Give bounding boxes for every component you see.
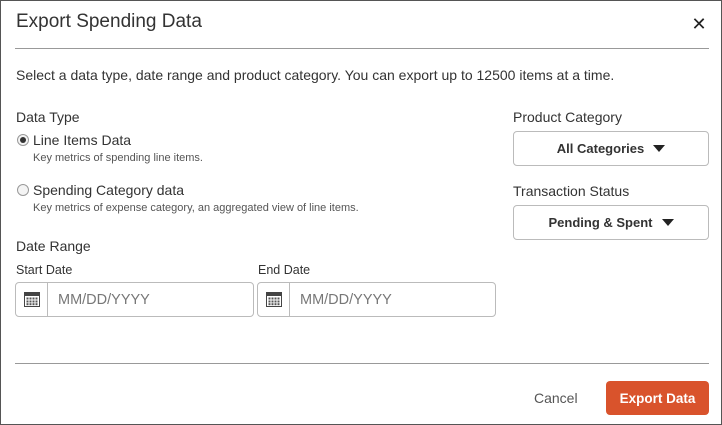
transaction-status-dropdown[interactable]: Pending & Spent	[513, 205, 709, 240]
product-category-heading: Product Category	[513, 109, 622, 125]
radio-spending-category-control[interactable]	[17, 184, 29, 196]
radio-spending-category-label: Spending Category data	[33, 182, 184, 198]
end-date-field	[257, 282, 496, 317]
radio-line-items-description: Key metrics of spending line items.	[33, 152, 203, 164]
calendar-icon[interactable]	[258, 283, 290, 316]
end-date-input[interactable]	[290, 291, 480, 308]
transaction-status-value: Pending & Spent	[548, 215, 653, 230]
radio-spending-category[interactable]: Spending Category data	[17, 182, 184, 198]
calendar-icon-graphic	[23, 292, 40, 307]
radio-spending-category-description: Key metrics of expense category, an aggr…	[33, 202, 359, 214]
radio-line-items-control[interactable]	[17, 134, 29, 146]
caret-down-icon	[653, 145, 666, 152]
cancel-button[interactable]: Cancel	[534, 390, 578, 406]
dialog-title: Export Spending Data	[16, 11, 202, 32]
calendar-icon-graphic	[265, 292, 282, 307]
start-date-label: Start Date	[16, 263, 73, 277]
radio-line-items-label: Line Items Data	[33, 132, 132, 148]
start-date-field	[15, 282, 254, 317]
header-divider	[15, 48, 709, 49]
caret-down-icon	[661, 219, 674, 226]
date-range-heading: Date Range	[16, 238, 91, 254]
product-category-dropdown[interactable]: All Categories	[513, 131, 709, 166]
export-data-button[interactable]: Export Data	[606, 381, 709, 415]
transaction-status-heading: Transaction Status	[513, 183, 630, 199]
end-date-label: End Date	[258, 263, 311, 277]
radio-line-items[interactable]: Line Items Data	[17, 132, 131, 148]
footer-divider	[15, 363, 709, 364]
export-dialog: Export Spending Data ✕ Select a data typ…	[0, 0, 722, 425]
calendar-icon[interactable]	[16, 283, 48, 316]
start-date-input[interactable]	[48, 291, 238, 308]
dialog-description: Select a data type, date range and produ…	[16, 67, 615, 83]
close-icon[interactable]: ✕	[691, 15, 707, 33]
data-type-heading: Data Type	[16, 109, 80, 125]
product-category-value: All Categories	[556, 141, 645, 156]
